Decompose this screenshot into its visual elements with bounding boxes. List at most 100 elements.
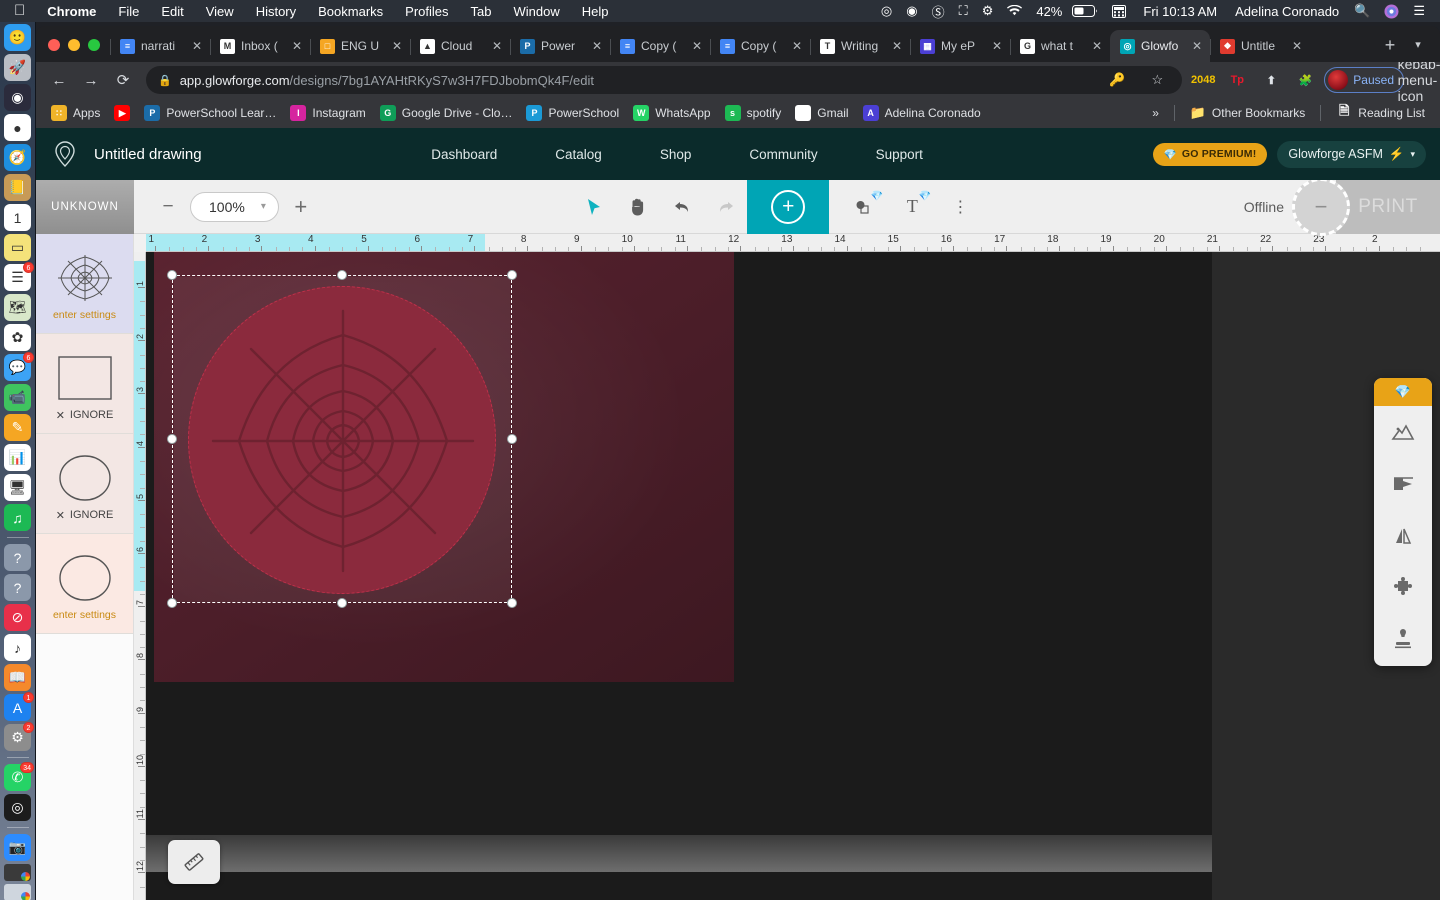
- browser-tab[interactable]: □ ENG U ✕: [310, 30, 410, 62]
- selection-bounding-box[interactable]: [167, 270, 517, 608]
- select-tool-icon[interactable]: [583, 196, 605, 218]
- profile-chip[interactable]: Paused: [1324, 67, 1404, 93]
- menu-item-history[interactable]: History: [245, 4, 307, 19]
- browser-tab[interactable]: ▦ My eP ✕: [910, 30, 1010, 62]
- nav-link-dashboard[interactable]: Dashboard: [402, 147, 526, 162]
- dock-item-numbers[interactable]: 📊: [4, 444, 31, 471]
- resize-handle-ne[interactable]: [507, 270, 517, 280]
- browser-tab[interactable]: ≡ narrati ✕: [110, 30, 210, 62]
- bookmark-apps-grid[interactable]: ∷ Apps: [44, 102, 107, 124]
- eye-icon[interactable]: ◉: [899, 3, 924, 19]
- more-options-menu-icon[interactable]: ⋮: [949, 196, 971, 218]
- resize-handle-s[interactable]: [337, 598, 347, 608]
- dock-minimized-window[interactable]: [4, 864, 31, 881]
- calculator-icon[interactable]: [1105, 4, 1133, 18]
- menu-item-window[interactable]: Window: [503, 4, 571, 19]
- dock-item-maps[interactable]: 🗺: [4, 294, 31, 321]
- maximize-window-button[interactable]: [88, 39, 100, 51]
- tab-close-icon[interactable]: ✕: [190, 39, 204, 53]
- undo-button-icon[interactable]: [671, 196, 693, 218]
- vertical-ruler[interactable]: 1 2 3 4 5 6 7 8 9 10 11 12: [134, 252, 146, 900]
- mirror-icon[interactable]: [1374, 510, 1432, 562]
- canvas-area[interactable]: 1 2 3 4 5 6 7 8 9 10 11 12 13 14 15 16 17 18 19 20 21 22 23 2 1…: [134, 234, 1440, 900]
- forward-button[interactable]: →: [76, 65, 106, 95]
- dock-item-photos[interactable]: ✿: [4, 324, 31, 351]
- extension-bookmark-icon[interactable]: ⬆: [1258, 67, 1284, 93]
- dock-item-garageband[interactable]: ◎: [4, 794, 31, 821]
- bookmark-sheets[interactable]: A Adelina Coronado: [856, 102, 988, 124]
- flip-horizontal-icon[interactable]: [1374, 458, 1432, 510]
- dock-item-chrome[interactable]: ●: [4, 114, 31, 141]
- bookmark-powerschool[interactable]: P PowerSchool Lear…: [137, 102, 283, 124]
- glowforge-logo-icon[interactable]: [50, 139, 80, 169]
- stamp-tool-icon[interactable]: [1374, 614, 1432, 666]
- dock-item-reminders[interactable]: ☰ 6: [4, 262, 34, 291]
- close-window-button[interactable]: [48, 39, 60, 51]
- extension-2048-icon[interactable]: 2048: [1190, 67, 1216, 93]
- nav-link-catalog[interactable]: Catalog: [526, 147, 631, 162]
- menu-item-tab[interactable]: Tab: [460, 4, 503, 19]
- menu-item-view[interactable]: View: [195, 4, 245, 19]
- address-bar[interactable]: 🔒 app.glowforge.com/designs/7bg1AYAHtRKy…: [146, 66, 1183, 94]
- browser-tab[interactable]: ≡ Copy (✕: [710, 30, 810, 62]
- bookmark-gmail[interactable]: G Gmail: [788, 102, 855, 124]
- design-title[interactable]: Untitled drawing: [94, 146, 202, 163]
- menu-item-edit[interactable]: Edit: [150, 4, 194, 19]
- other-bookmarks-folder[interactable]: 📁 Other Bookmarks: [1183, 102, 1312, 124]
- menubar-username[interactable]: Adelina Coronado: [1227, 4, 1347, 19]
- dock-item-messages[interactable]: 💬 6: [4, 352, 34, 381]
- resize-handle-sw[interactable]: [167, 598, 177, 608]
- battery-icon[interactable]: [1065, 5, 1105, 17]
- horizontal-ruler[interactable]: 1 2 3 4 5 6 7 8 9 10 11 12 13 14 15 16 17 18 19 20 21 22 23 2: [146, 234, 1440, 252]
- bookmark-youtube[interactable]: ▶: [107, 102, 137, 124]
- bookmark-star-icon[interactable]: ☆: [1144, 67, 1170, 93]
- dock-item-finder[interactable]: 🙂: [4, 24, 31, 51]
- tab-search-chevron-icon[interactable]: ▾: [1404, 30, 1432, 58]
- minimize-window-button[interactable]: [68, 39, 80, 51]
- browser-tab[interactable]: ≡ Copy (✕: [610, 30, 710, 62]
- tab-close-icon[interactable]: ✕: [1290, 39, 1304, 53]
- tab-close-icon[interactable]: ✕: [390, 39, 404, 53]
- layer-item-circle-layer-1[interactable]: ✕ IGNORE: [36, 434, 133, 534]
- tab-close-icon[interactable]: ✕: [690, 39, 704, 53]
- macos-menu-bar[interactable]:  ChromeFileEditViewHistoryBookmarksProf…: [0, 0, 1440, 22]
- dock-item-music[interactable]: ♪: [4, 634, 31, 661]
- reload-button[interactable]: ⟳: [108, 65, 138, 95]
- airplay-icon[interactable]: ⛶: [952, 3, 975, 19]
- puzzle-tool-icon[interactable]: [1374, 562, 1432, 614]
- menubar-datetime[interactable]: Fri 10:13 AM: [1133, 4, 1227, 19]
- window-traffic-lights[interactable]: [42, 39, 110, 62]
- bookmark-whatsapp[interactable]: W WhatsApp: [626, 102, 717, 124]
- browser-tab-active[interactable]: ◎ Glowfo ✕: [1110, 30, 1210, 62]
- tab-close-icon[interactable]: ✕: [290, 39, 304, 53]
- menu-item-chrome[interactable]: Chrome: [36, 4, 107, 19]
- account-dropdown[interactable]: Glowforge ASFM ⚡ ▾: [1277, 140, 1426, 168]
- layer-caption[interactable]: ✕ IGNORE: [56, 409, 114, 422]
- dock-item-siri[interactable]: ◉: [4, 84, 31, 111]
- dock-item-pages[interactable]: ✎: [4, 414, 31, 441]
- dock-minimized-window[interactable]: [4, 884, 31, 900]
- dock-item-books[interactable]: 📖: [4, 664, 31, 691]
- dock-item-stickies[interactable]: ▭: [4, 234, 31, 261]
- premium-tools-panel[interactable]: 💎: [1374, 378, 1432, 666]
- print-button[interactable]: PRINT: [1336, 179, 1440, 234]
- tab-close-icon[interactable]: ✕: [1190, 39, 1204, 53]
- tab-close-icon[interactable]: ✕: [1090, 39, 1104, 53]
- zoom-out-button[interactable]: −: [158, 196, 178, 218]
- nav-link-support[interactable]: Support: [847, 147, 952, 162]
- dock-item-facetime[interactable]: 📹: [4, 384, 31, 411]
- go-premium-button[interactable]: 💎 GO PREMIUM!: [1152, 142, 1268, 166]
- dock-item-system-preferences[interactable]: ⚙ 2: [4, 722, 34, 751]
- dock-item-keynote[interactable]: 🖥: [4, 474, 31, 501]
- browser-tab[interactable]: ❖ Untitle ✕: [1210, 30, 1310, 62]
- layer-caption[interactable]: enter settings: [53, 309, 116, 321]
- bookmark-sis[interactable]: P PowerSchool: [519, 102, 626, 124]
- spotlight-search-icon[interactable]: 🔍: [1347, 3, 1377, 19]
- siri-icon[interactable]: [1377, 3, 1406, 19]
- apple-logo-icon[interactable]: : [8, 2, 36, 21]
- dock-item-zoom[interactable]: 📷: [4, 834, 31, 861]
- measure-tool-button[interactable]: [168, 840, 220, 884]
- extension-puzzle-icon[interactable]: 🧩: [1292, 67, 1318, 93]
- tab-close-icon[interactable]: ✕: [890, 39, 904, 53]
- resize-handle-se[interactable]: [507, 598, 517, 608]
